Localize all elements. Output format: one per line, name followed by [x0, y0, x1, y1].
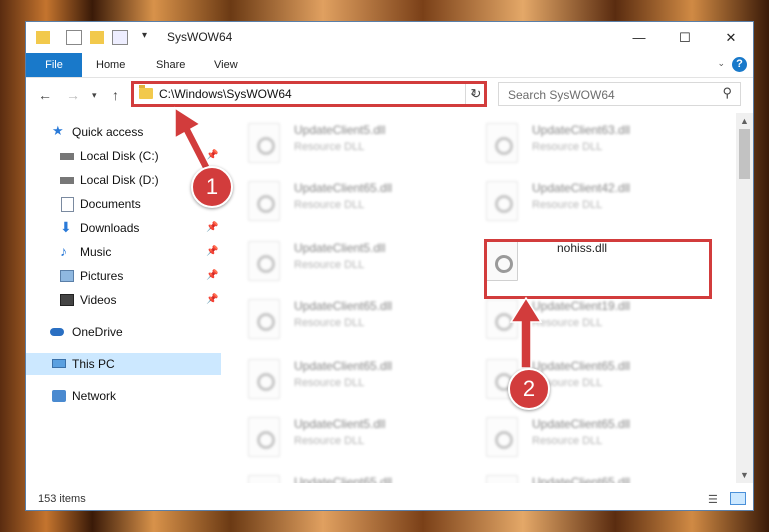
arrow-to-file	[509, 296, 543, 369]
step-2-badge: 2	[508, 368, 550, 410]
annotation-arrows	[174, 106, 543, 369]
step-1-badge: 1	[191, 166, 233, 208]
arrow-to-address	[174, 106, 211, 172]
